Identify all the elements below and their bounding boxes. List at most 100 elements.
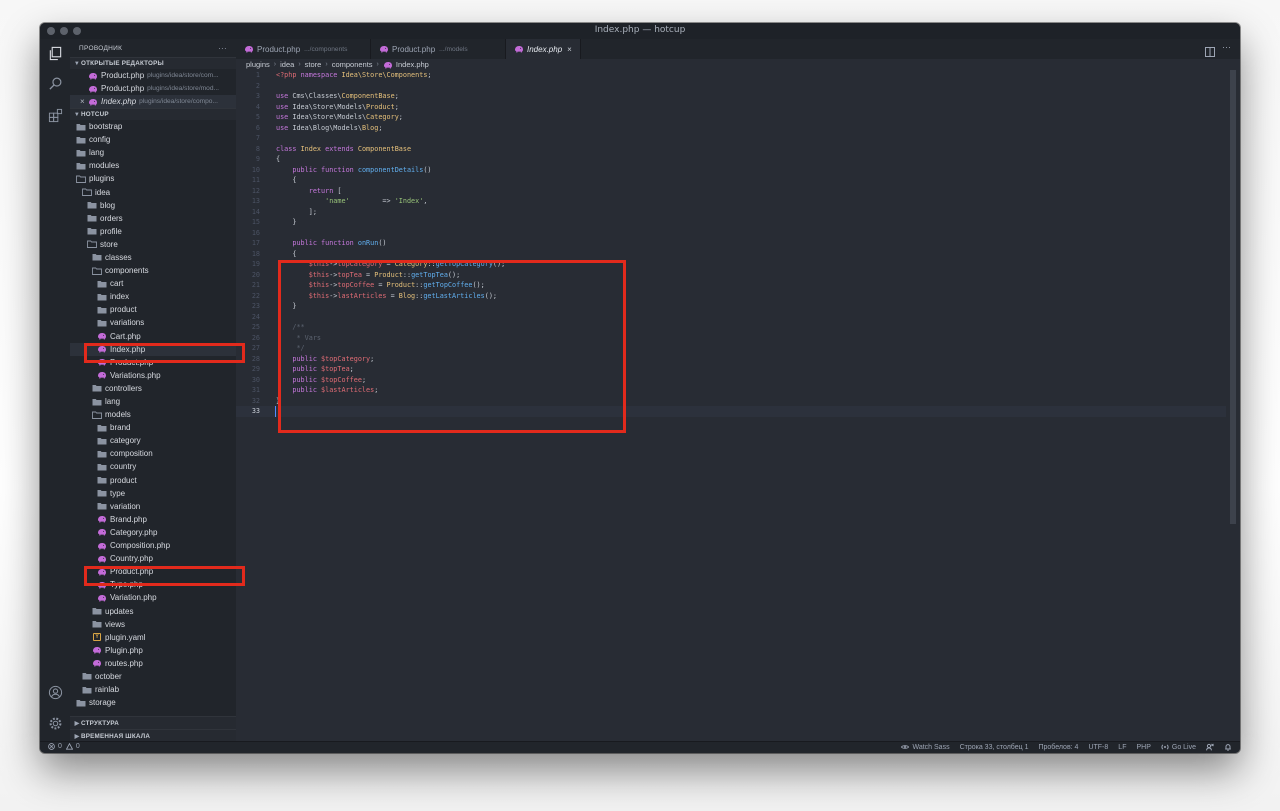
tree-item-profile[interactable]: profile xyxy=(70,225,236,238)
tree-item-product-php[interactable]: Product.php xyxy=(70,356,236,369)
extensions-icon[interactable] xyxy=(47,107,63,123)
tree-item-lang[interactable]: lang xyxy=(70,395,236,408)
tree-item-country[interactable]: country xyxy=(70,460,236,473)
tree-item-october[interactable]: october xyxy=(70,670,236,683)
settings-gear-icon[interactable] xyxy=(47,715,63,731)
tree-item-variation[interactable]: variation xyxy=(70,500,236,513)
go-live-button[interactable]: Go Live xyxy=(1161,743,1196,751)
tree-item-variations[interactable]: variations xyxy=(70,316,236,329)
timeline-title: ВРЕМЕННАЯ ШКАЛА xyxy=(81,732,151,740)
line-number: 3 xyxy=(255,92,260,100)
tree-item-lang[interactable]: lang xyxy=(70,146,236,159)
php-elephant-icon xyxy=(98,372,106,379)
notifications-bell-icon[interactable] xyxy=(1224,743,1232,751)
account-icon[interactable] xyxy=(47,684,63,700)
breadcrumb-item[interactable]: store xyxy=(305,60,322,69)
tree-item-plugins[interactable]: plugins xyxy=(70,172,236,185)
outline-section[interactable]: ▶ СТРУКТУРА xyxy=(70,716,236,729)
tree-item-index[interactable]: index xyxy=(70,290,236,303)
project-section[interactable]: ▼ HOTCUP xyxy=(70,108,236,120)
tree-item-label: product xyxy=(110,475,137,485)
code-text: use Idea\Blog\Models\Blog; xyxy=(276,123,383,132)
line-number: 30 xyxy=(251,375,260,384)
php-elephant-icon xyxy=(98,594,106,602)
tab-close-icon[interactable]: × xyxy=(567,45,572,54)
editor-window: Index.php — hotcup ПРОВОДНИК ··· ▼ ОТКРЫ… xyxy=(40,23,1240,753)
split-editor-icon[interactable] xyxy=(1205,44,1215,62)
tree-item-category[interactable]: category xyxy=(70,434,236,447)
tree-item-views[interactable]: views xyxy=(70,618,236,631)
open-editors-section[interactable]: ▼ ОТКРЫТЫЕ РЕДАКТОРЫ xyxy=(70,57,236,69)
tree-item-plugin-yaml[interactable]: Yplugin.yaml xyxy=(70,631,236,644)
tree-item-composition-php[interactable]: Composition.php xyxy=(70,539,236,552)
problems-indicator[interactable]: 0 0 xyxy=(48,743,80,750)
tree-item-plugin-php[interactable]: Plugin.php xyxy=(70,644,236,657)
watch-sass-button[interactable]: Watch Sass xyxy=(901,744,950,751)
explorer-icon[interactable] xyxy=(47,45,63,61)
cursor-position[interactable]: Строка 33, столбец 1 xyxy=(960,744,1029,751)
tree-item-modules[interactable]: modules xyxy=(70,159,236,172)
tree-item-composition[interactable]: composition xyxy=(70,447,236,460)
tab-index-php-2[interactable]: Index.php × xyxy=(506,39,581,59)
close-icon[interactable]: × xyxy=(80,97,85,106)
tab-product-php-0[interactable]: Product.php .../components xyxy=(236,39,371,59)
tree-item-product[interactable]: product xyxy=(70,303,236,316)
editor-more-icon[interactable]: ··· xyxy=(1222,42,1231,52)
line-number: 32 xyxy=(251,396,260,405)
tree-item-updates[interactable]: updates xyxy=(70,604,236,617)
tree-item-variations-php[interactable]: Variations.php xyxy=(70,369,236,382)
breadcrumb-item[interactable]: idea xyxy=(280,60,294,69)
status-bar: 0 0 Watch Sass Строка 33, столбец 1 Проб… xyxy=(40,741,1240,753)
tab-product-php-1[interactable]: Product.php .../models xyxy=(371,39,506,59)
activity-bar xyxy=(40,39,71,742)
tab-label: Product.php xyxy=(392,44,436,54)
tree-item-classes[interactable]: classes xyxy=(70,251,236,264)
folder-icon xyxy=(92,398,102,406)
feedback-icon[interactable] xyxy=(1206,743,1214,751)
tree-item-country-php[interactable]: Country.php xyxy=(70,552,236,565)
search-icon[interactable] xyxy=(47,75,63,91)
tree-item-store[interactable]: store xyxy=(70,238,236,251)
tab-bar: Product.php .../components Product.php .../… xyxy=(236,39,1240,59)
tree-item-label: Category.php xyxy=(110,527,158,537)
tree-item-bootstrap[interactable]: bootstrap xyxy=(70,120,236,133)
tree-item-category-php[interactable]: Category.php xyxy=(70,526,236,539)
tree-item-variation-php[interactable]: Variation.php xyxy=(70,591,236,604)
open-editor-name: Product.php xyxy=(101,71,145,80)
open-editor-item[interactable]: × Index.php plugins/idea/store/compo... xyxy=(70,95,236,108)
tree-item-rainlab[interactable]: rainlab xyxy=(70,683,236,696)
tree-item-models[interactable]: models xyxy=(70,408,236,421)
tree-item-controllers[interactable]: controllers xyxy=(70,382,236,395)
tree-item-index-php[interactable]: Index.php xyxy=(70,342,236,356)
tree-item-cart-php[interactable]: Cart.php xyxy=(70,330,236,343)
end-of-line[interactable]: LF xyxy=(1118,744,1126,751)
tree-item-type[interactable]: type xyxy=(70,487,236,500)
breadcrumb-item[interactable]: plugins xyxy=(246,60,270,69)
tree-item-idea[interactable]: idea xyxy=(70,185,236,198)
file-tree: bootstrap config lang modules plugins idea blo… xyxy=(70,120,236,709)
tree-item-brand-php[interactable]: Brand.php xyxy=(70,513,236,526)
code-editor[interactable]: 1 <?php namespace Idea\Store\Components; 2… xyxy=(236,70,1240,742)
tree-item-product-php[interactable]: Product.php xyxy=(70,565,236,578)
encoding[interactable]: UTF-8 xyxy=(1088,744,1108,751)
tree-item-routes-php[interactable]: routes.php xyxy=(70,657,236,670)
tree-item-orders[interactable]: orders xyxy=(70,212,236,225)
tree-item-components[interactable]: components xyxy=(70,264,236,277)
open-editor-item[interactable]: Product.php plugins/idea/store/mod... xyxy=(70,82,236,95)
open-editor-item[interactable]: Product.php plugins/idea/store/com... xyxy=(70,69,236,82)
tree-item-storage[interactable]: storage xyxy=(70,696,236,709)
code-text: return [ xyxy=(276,186,342,195)
tree-item-product[interactable]: product xyxy=(70,474,236,487)
tree-item-config[interactable]: config xyxy=(70,133,236,146)
tree-item-type-php[interactable]: Type.php xyxy=(70,578,236,591)
tree-item-brand[interactable]: brand xyxy=(70,421,236,434)
tree-item-blog[interactable]: blog xyxy=(70,199,236,212)
breadcrumb-item[interactable]: Index.php xyxy=(396,60,429,69)
editor-pane: Product.php .../components Product.php .../… xyxy=(236,39,1240,742)
editor-scrollbar[interactable] xyxy=(1230,70,1236,524)
explorer-more-icon[interactable]: ··· xyxy=(218,44,227,53)
breadcrumb-item[interactable]: components xyxy=(332,60,373,69)
tree-item-cart[interactable]: cart xyxy=(70,277,236,290)
language-mode[interactable]: PHP xyxy=(1136,744,1150,751)
indentation[interactable]: Пробелов: 4 xyxy=(1038,744,1078,751)
